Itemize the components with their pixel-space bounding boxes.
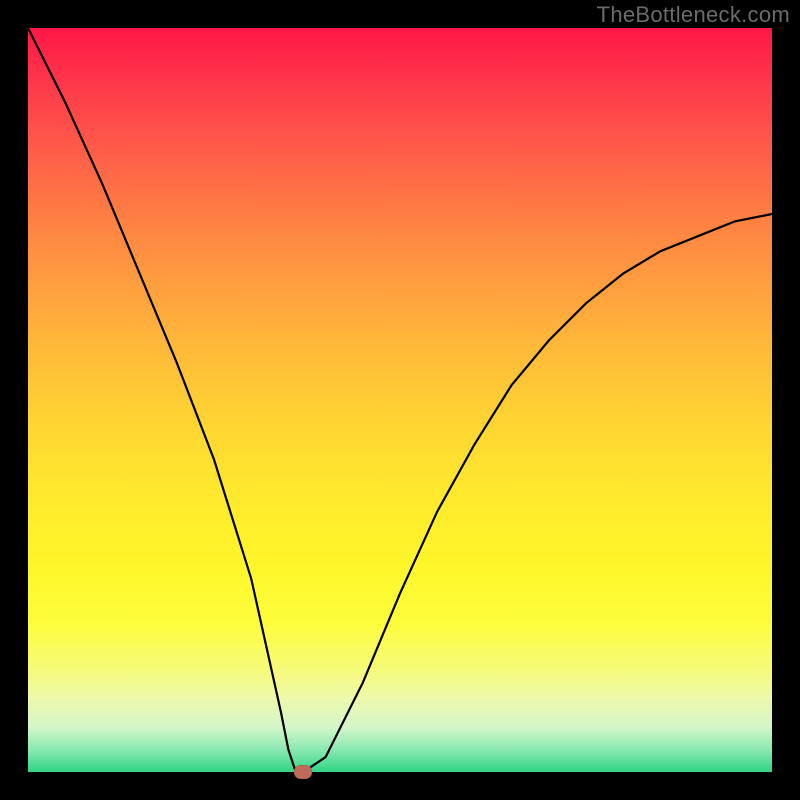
chart-frame: TheBottleneck.com — [0, 0, 800, 800]
plot-area — [28, 28, 772, 772]
watermark-text: TheBottleneck.com — [597, 2, 790, 28]
bottleneck-curve — [28, 28, 772, 772]
optimal-point-marker — [294, 765, 312, 779]
curve-svg — [28, 28, 772, 772]
